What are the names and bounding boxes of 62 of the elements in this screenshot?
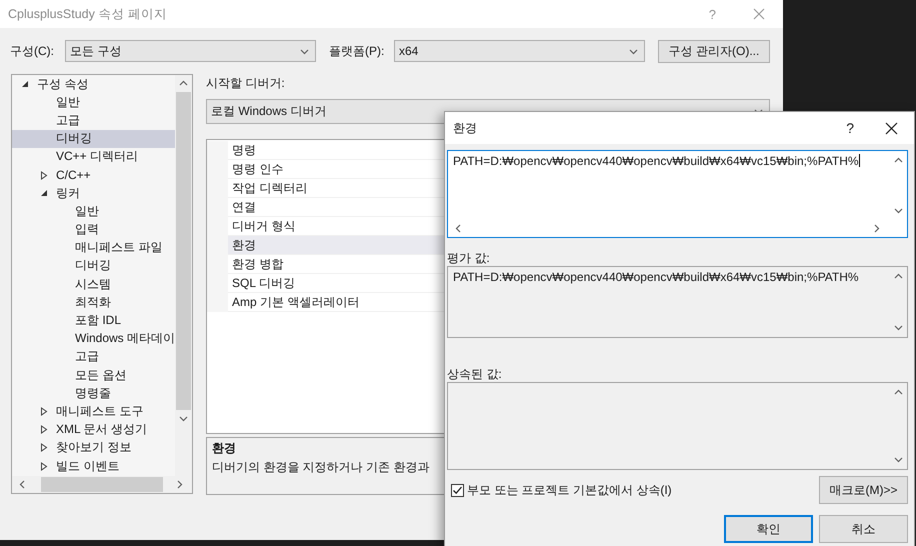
tree-item[interactable]: 구성 속성 (12, 75, 175, 94)
platform-dropdown[interactable]: x64 (394, 40, 645, 62)
scroll-right-icon[interactable] (872, 224, 881, 233)
tree-item[interactable]: 일반 (12, 93, 175, 112)
inherit-checkbox[interactable]: 부모 또는 프로젝트 기본값에서 상속(I) (447, 482, 672, 498)
expanded-triangle-icon[interactable] (21, 80, 29, 88)
scroll-up-icon[interactable] (179, 79, 188, 88)
scroll-down-icon[interactable] (894, 206, 903, 215)
evaluated-label: 평가 값: (447, 250, 491, 266)
help-button[interactable]: ? (846, 120, 854, 136)
scroll-up-icon[interactable] (894, 272, 903, 281)
tree-item[interactable]: 디버깅 (12, 256, 175, 276)
platform-label: 플랫폼(P): (329, 42, 386, 60)
tree-item[interactable]: Windows 메타데이 (12, 330, 175, 348)
scroll-up-icon[interactable] (894, 156, 903, 165)
scroll-right-icon[interactable] (175, 480, 184, 489)
tree-item[interactable]: 매니페스트 도구 (12, 402, 175, 421)
cancel-button[interactable]: 취소 (819, 515, 908, 543)
scrollbar[interactable] (175, 75, 192, 476)
macro-button[interactable]: 매크로(M)>> (819, 476, 908, 504)
scroll-down-icon[interactable] (894, 323, 903, 332)
collapsed-triangle-icon[interactable] (40, 170, 48, 180)
scroll-down-icon[interactable] (894, 455, 903, 464)
tree-item[interactable]: 모든 옵션 (12, 366, 175, 384)
tree-item[interactable]: 찾아보기 정보 (12, 438, 175, 457)
tree-item[interactable]: 빌드 이벤트 (12, 456, 175, 476)
chevron-down-icon[interactable] (629, 46, 638, 56)
scroll-up-icon[interactable] (894, 388, 903, 397)
window-title: CplusplusStudy 속성 페이지 (8, 6, 167, 22)
scroll-left-icon[interactable] (454, 224, 463, 233)
tree-item[interactable]: VC++ 디렉터리 (12, 148, 175, 166)
tree-item[interactable]: 명령줄 (12, 384, 175, 402)
debugger-label: 시작할 디버거: (206, 75, 286, 91)
scrollbar[interactable] (12, 476, 192, 493)
checkbox-icon[interactable] (451, 484, 464, 496)
expanded-triangle-icon[interactable] (40, 189, 48, 198)
tree-item[interactable]: 디버깅 (12, 130, 175, 148)
close-icon[interactable] (885, 122, 898, 134)
tree-item[interactable]: 일반 (12, 202, 175, 220)
tree-item[interactable]: 시스템 (12, 275, 175, 294)
environment-text-field[interactable]: PATH=D:₩opencv₩opencv440₩opencv₩build₩x64₩vc15₩bin;%PATH% (447, 150, 908, 238)
tree-item[interactable]: 포함 IDL (12, 311, 175, 330)
tree-item[interactable]: 입력 (12, 220, 175, 239)
chevron-down-icon[interactable] (300, 46, 309, 56)
config-manager-button[interactable]: 구성 관리자(O)... (658, 40, 770, 62)
tree-item[interactable]: 최적화 (12, 293, 175, 312)
tree-item[interactable]: XML 문서 생성기 (12, 420, 175, 439)
scroll-down-icon[interactable] (179, 414, 188, 423)
tree-item[interactable]: 고급 (12, 348, 175, 366)
tree-item[interactable]: 링커 (12, 184, 175, 202)
evaluated-value-box: PATH=D:₩opencv₩opencv440₩opencv₩build₩x64₩vc15₩bin;%PATH% (447, 266, 908, 338)
tree-item[interactable]: 매니페스트 파일 (12, 238, 175, 257)
tree-item[interactable]: 고급 (12, 111, 175, 130)
inherited-label: 상속된 값: (447, 366, 503, 382)
scroll-left-icon[interactable] (18, 480, 27, 489)
config-label: 구성(C): (10, 42, 55, 60)
ok-button[interactable]: 확인 (724, 515, 813, 543)
description-title: 환경 (212, 440, 236, 457)
tree-item[interactable]: C/C++ (12, 166, 175, 184)
description-text: 디버기의 환경을 지정하거나 기존 환경과 (212, 459, 430, 476)
dialog-title: 환경 (453, 120, 477, 136)
config-dropdown[interactable]: 모든 구성 (65, 40, 316, 62)
